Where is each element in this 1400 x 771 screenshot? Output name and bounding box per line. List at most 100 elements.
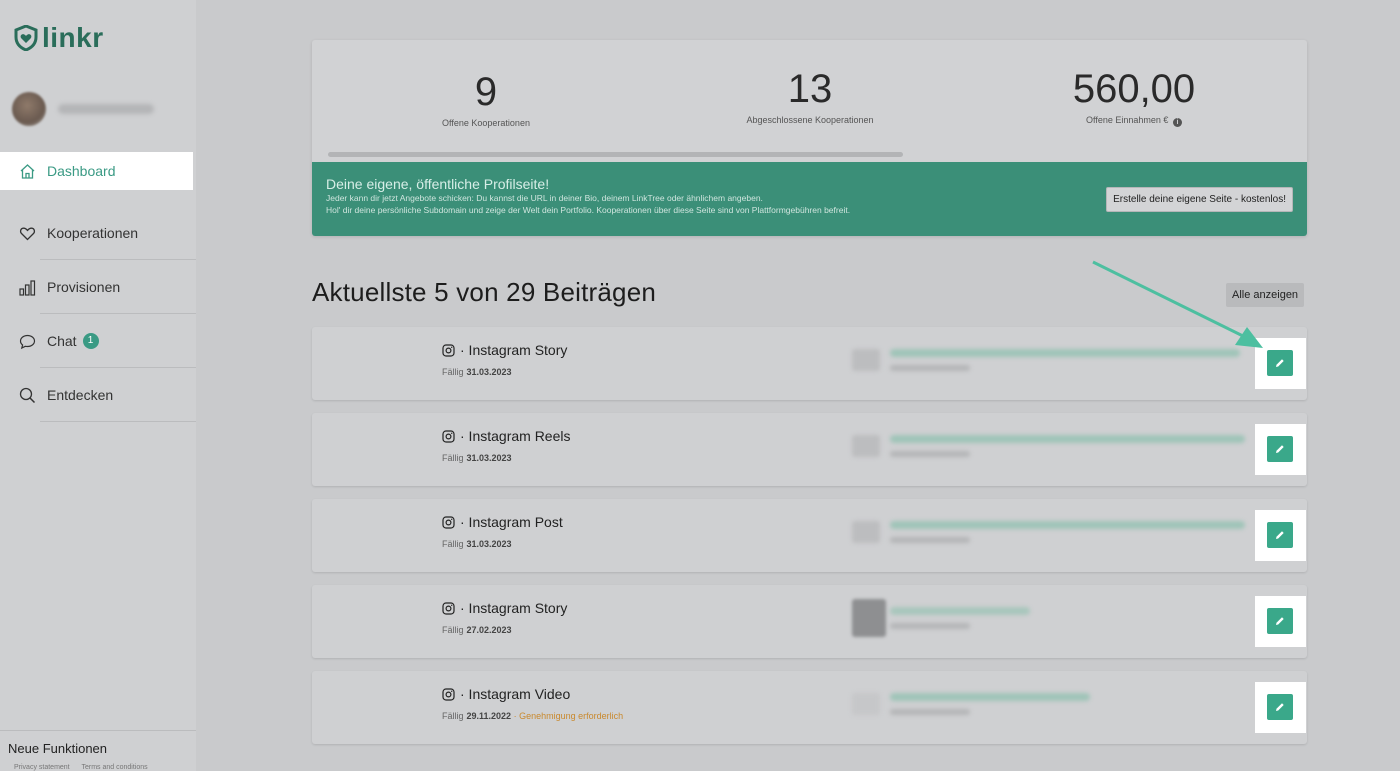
- stat-open-cooperations: 9 Offene Kooperationen: [386, 72, 586, 128]
- due-date: 31.03.2023: [466, 539, 512, 549]
- campaign-title-blurred: [890, 607, 1030, 615]
- post-title: · Instagram Story: [442, 600, 567, 616]
- sidebar-nav: Dashboard Kooperationen Provisionen Chat…: [0, 152, 196, 422]
- pencil-icon: [1276, 531, 1284, 539]
- pencil-icon: [1276, 703, 1284, 711]
- terms-link[interactable]: Terms and conditions: [81, 764, 147, 771]
- post-type: · Instagram Story: [460, 342, 568, 358]
- post-row[interactable]: · Instagram Video Fällig 29.11.2022 · Gen…: [312, 671, 1307, 744]
- post-title: · Instagram Video: [442, 686, 570, 702]
- stats-card: 9 Offene Kooperationen 13 Abgeschlossene…: [312, 40, 1307, 236]
- stat-open-income: 560,00 Offene Einnahmen € i: [1034, 69, 1234, 127]
- post-title: · Instagram Reels: [442, 428, 570, 444]
- post-meta: Fällig 31.03.2023: [442, 453, 512, 463]
- post-row[interactable]: · Instagram Post Fällig 31.03.2023: [312, 499, 1307, 572]
- campaign-subtitle-blurred: [890, 623, 970, 629]
- linkr-logo[interactable]: linkr: [14, 22, 104, 54]
- edit-button-highlight: [1255, 682, 1306, 733]
- sidebar-item-label: Entdecken: [47, 387, 114, 403]
- edit-button-highlight: [1255, 424, 1306, 475]
- sidebar-item-label: Kooperationen: [47, 225, 139, 241]
- sidebar: linkr Dashboard Kooperationen Provisione…: [0, 0, 196, 771]
- edit-button-highlight: [1255, 510, 1306, 561]
- campaign-subtitle-blurred: [890, 537, 970, 543]
- due-date: 31.03.2023: [466, 453, 512, 463]
- edit-post-button[interactable]: [1267, 436, 1293, 462]
- due-label: Fällig: [442, 625, 464, 635]
- due-date: 27.02.2023: [466, 625, 512, 635]
- campaign-subtitle-blurred: [890, 365, 970, 371]
- sidebar-item-kooperationen[interactable]: Kooperationen: [0, 206, 196, 260]
- stat-value: 560,00: [1072, 67, 1196, 111]
- edit-button-highlight: [1255, 596, 1306, 647]
- heart-icon: [18, 224, 36, 242]
- bar-chart-icon: [18, 278, 36, 296]
- stat-closed-cooperations: 13 Abgeschlossene Kooperationen: [710, 69, 910, 125]
- privacy-statement-link[interactable]: Privacy statement: [14, 764, 70, 771]
- campaign-title-blurred: [890, 693, 1090, 701]
- post-row[interactable]: · Instagram Reels Fällig 31.03.2023: [312, 413, 1307, 486]
- stat-label: Abgeschlossene Kooperationen: [746, 115, 874, 125]
- campaign-title-blurred: [890, 521, 1245, 529]
- approval-required-status: · Genehmigung erforderlich: [513, 711, 624, 721]
- chat-bubble-icon: [18, 332, 36, 350]
- stat-label-text: Offene Einnahmen €: [1086, 115, 1169, 125]
- sidebar-item-chat[interactable]: Chat 1: [0, 314, 196, 368]
- due-label: Fällig: [442, 539, 464, 549]
- stat-label: Offene Einnahmen € i: [1034, 115, 1234, 127]
- post-title: · Instagram Story: [442, 342, 567, 358]
- instagram-icon: [442, 601, 455, 615]
- chat-count-badge: 1: [82, 333, 99, 349]
- due-date: 31.03.2023: [466, 367, 512, 377]
- campaign-thumbnail-blurred: [852, 435, 880, 457]
- home-icon: [18, 162, 36, 180]
- due-label: Fällig: [442, 367, 464, 377]
- post-meta: Fällig 29.11.2022 · Genehmigung erforderl…: [442, 711, 623, 721]
- campaign-subtitle-blurred: [890, 709, 970, 715]
- edit-post-button[interactable]: [1267, 522, 1293, 548]
- stat-label: Offene Kooperationen: [442, 118, 530, 128]
- section-title: Aktuellste 5 von 29 Beiträgen: [312, 277, 657, 307]
- edit-post-button[interactable]: [1267, 694, 1293, 720]
- info-icon[interactable]: i: [1172, 118, 1182, 127]
- instagram-icon: [442, 687, 455, 701]
- logo-text: linkr: [42, 22, 104, 53]
- profile-page-banner: Deine eigene, öffentliche Profilseite! J…: [312, 162, 1307, 236]
- post-type: · Instagram Post: [460, 514, 563, 530]
- instagram-icon: [442, 429, 455, 443]
- post-type: · Instagram Reels: [460, 428, 571, 444]
- new-features-link[interactable]: Neue Funktionen: [0, 730, 196, 756]
- instagram-icon: [442, 515, 455, 529]
- campaign-title-blurred: [890, 435, 1245, 443]
- campaign-subtitle-blurred: [890, 451, 970, 457]
- shield-heart-icon: [14, 25, 38, 51]
- campaign-thumbnail-blurred: [852, 693, 880, 715]
- create-page-button[interactable]: Erstelle deine eigene Seite - kostenlos!: [1106, 187, 1293, 212]
- post-type: · Instagram Video: [460, 686, 571, 702]
- progress-bar: [328, 152, 903, 157]
- sidebar-item-dashboard[interactable]: Dashboard: [0, 152, 193, 190]
- due-date: 29.11.2022: [466, 711, 512, 721]
- annotation-arrow-icon: [1092, 260, 1263, 348]
- stat-value: 9: [474, 70, 498, 114]
- post-meta: Fällig 27.02.2023: [442, 625, 512, 635]
- post-meta: Fällig 31.03.2023: [442, 539, 512, 549]
- pencil-icon: [1276, 617, 1284, 625]
- campaign-thumbnail-blurred: [852, 349, 880, 371]
- campaign-thumbnail-blurred: [852, 521, 880, 543]
- search-icon: [18, 386, 36, 404]
- stat-value: 13: [787, 67, 833, 111]
- profile-name-blurred: [58, 104, 154, 114]
- post-meta: Fällig 31.03.2023: [442, 367, 512, 377]
- sidebar-item-entdecken[interactable]: Entdecken: [0, 368, 196, 422]
- post-row[interactable]: · Instagram Story Fällig 27.02.2023: [312, 585, 1307, 658]
- due-label: Fällig: [442, 711, 464, 721]
- sidebar-item-label: Dashboard: [47, 163, 116, 179]
- post-type: · Instagram Story: [460, 600, 568, 616]
- edit-post-button[interactable]: [1267, 608, 1293, 634]
- user-profile[interactable]: [12, 92, 154, 126]
- sidebar-item-provisionen[interactable]: Provisionen: [0, 260, 196, 314]
- due-label: Fällig: [442, 453, 464, 463]
- instagram-icon: [442, 343, 455, 357]
- avatar: [12, 92, 46, 126]
